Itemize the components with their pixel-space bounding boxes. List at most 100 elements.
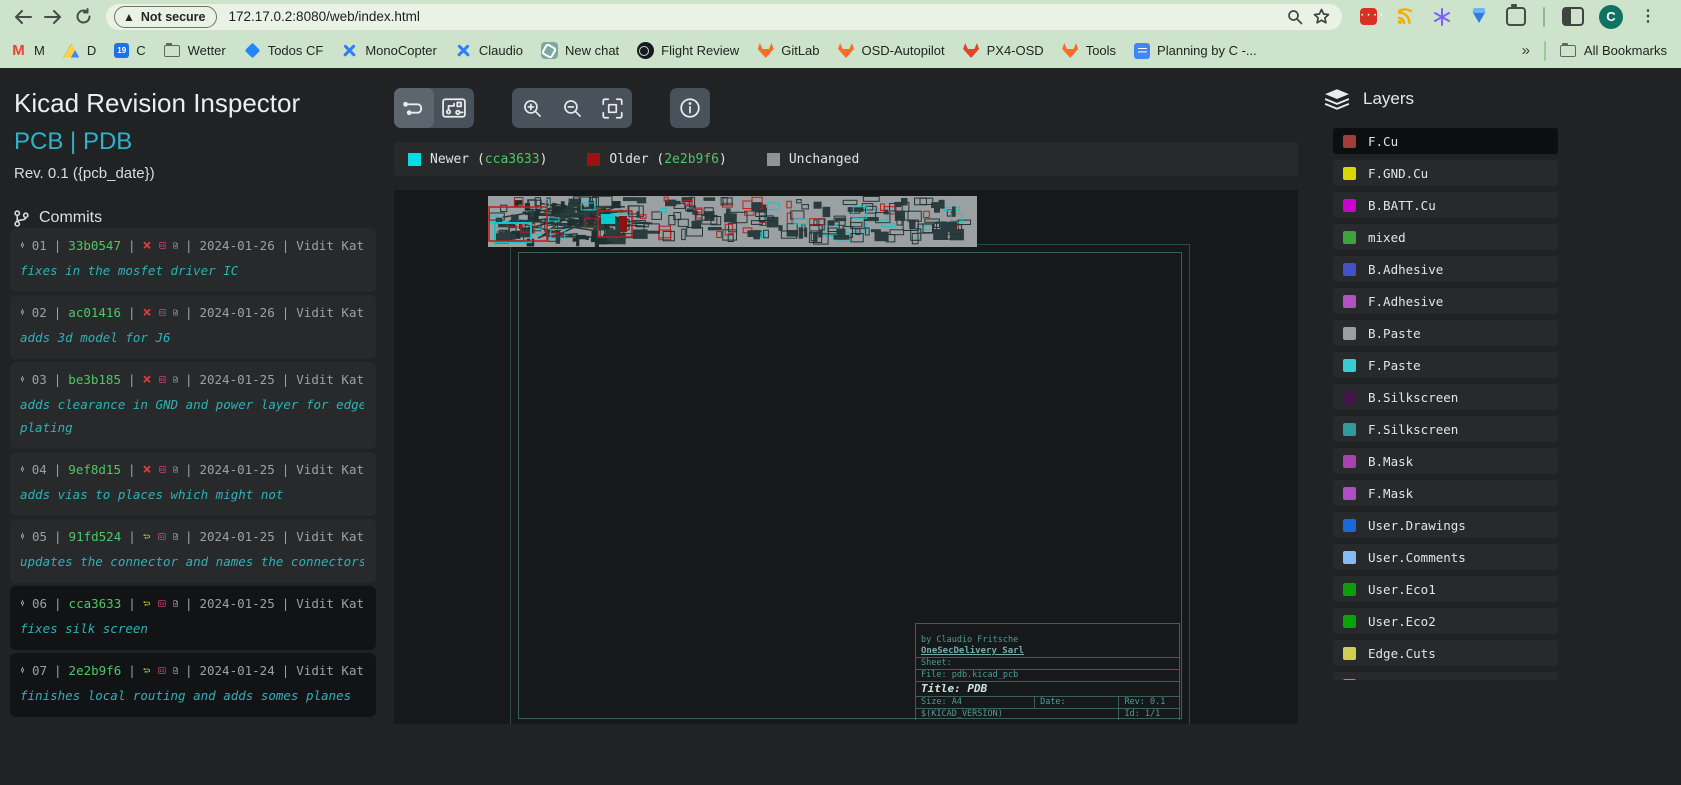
bookmark-item[interactable]: GitLab (757, 42, 819, 59)
drop-extension-icon[interactable] (1469, 7, 1489, 27)
commit-message: updates the connector and names the conn… (20, 550, 364, 573)
pcb-image-icon[interactable] (159, 305, 166, 320)
layer-row[interactable]: B.Silkscreen (1333, 384, 1558, 410)
bookmark-item[interactable]: Wetter (164, 42, 226, 59)
folder-icon (164, 42, 181, 59)
layer-row[interactable]: F.GND.Cu (1333, 160, 1558, 186)
layer-name: F.Silkscreen (1368, 422, 1458, 437)
layer-color-swatch (1343, 615, 1356, 628)
bookmark-item[interactable]: PX4-OSD (963, 42, 1044, 59)
xmark-icon (455, 42, 472, 59)
address-bar[interactable]: ▲ Not secure 172.17.0.2:8080/web/index.h… (106, 4, 1342, 30)
schematic-doc-icon[interactable] (173, 596, 178, 611)
extensions-jar-icon[interactable] (1506, 7, 1526, 27)
bookmark-item[interactable]: New chat (541, 42, 619, 59)
title-block-meta: Size: A4 Date: Rev: 0.1 (916, 696, 1179, 708)
nav-pdb-link[interactable]: PDB (83, 128, 132, 155)
snowflake-extension-icon[interactable] (1432, 7, 1452, 27)
layer-row[interactable]: B.Paste (1333, 320, 1558, 346)
layer-row[interactable]: Edge.Cuts (1333, 640, 1558, 666)
commit-card[interactable]: 06 | cca3633 | × | 2024-01-25 | Vidit Ka… (10, 586, 376, 650)
pcb-image-icon[interactable] (158, 529, 166, 544)
commit-author: Vidit Kat (296, 372, 364, 387)
layer-row[interactable]: User.Eco2 (1333, 608, 1558, 634)
bookmarks-overflow-chevron[interactable]: » (1522, 42, 1530, 59)
zoom-search-icon[interactable] (1282, 6, 1308, 28)
git-commit-icon (20, 595, 25, 611)
pcb-image-icon[interactable] (159, 372, 166, 387)
bookmark-item[interactable]: 19 C (114, 43, 145, 58)
schematic-doc-icon[interactable] (173, 462, 178, 477)
commit-card[interactable]: 07 | 2e2b9f6 | × | 2024-01-24 | Vidit Ka… (10, 653, 376, 717)
bookmark-item[interactable]: Claudio (455, 42, 523, 59)
bookmark-item[interactable]: M (10, 42, 45, 59)
title-block-title: Title: PDB (916, 681, 1179, 696)
layer-row[interactable]: F.Cu (1333, 128, 1558, 154)
bookmark-item[interactable]: Planning by C -... (1134, 43, 1257, 59)
commit-card[interactable]: 04 | 9ef8d15 | × | 2024-01-25 | Vidit Ka… (10, 452, 376, 516)
pcb-image-icon[interactable] (159, 462, 166, 477)
commit-card[interactable]: 05 | 91fd524 | × | 2024-01-25 | Vidit Ka… (10, 519, 376, 583)
bookmark-label: Tools (1086, 43, 1116, 58)
compare-mode-button[interactable] (394, 88, 434, 128)
browser-toolbar: ▲ Not secure 172.17.0.2:8080/web/index.h… (0, 0, 1681, 33)
board-view-button[interactable] (434, 88, 474, 128)
schematic-doc-icon[interactable] (173, 305, 178, 320)
bookmark-item[interactable]: D (63, 42, 96, 59)
pcb-pdb-nav: PCB | PDB (14, 128, 390, 156)
pcb-image-icon[interactable] (159, 238, 166, 253)
menu-dots-icon[interactable]: ⋮ (1640, 9, 1656, 25)
forward-button[interactable] (38, 4, 68, 30)
zoom-fit-button[interactable] (592, 88, 632, 128)
bookmark-item[interactable]: Flight Review (637, 42, 739, 59)
zoom-out-button[interactable] (552, 88, 592, 128)
bookmark-item[interactable]: Tools (1062, 42, 1116, 59)
pcb-image-icon[interactable] (158, 663, 166, 678)
reload-button[interactable] (68, 4, 98, 30)
layer-row[interactable]: F.Mask (1333, 480, 1558, 506)
profile-avatar[interactable]: C (1599, 5, 1623, 29)
layer-row[interactable]: Margin (1333, 672, 1558, 680)
layer-row[interactable]: F.Paste (1333, 352, 1558, 378)
commit-hash: 2e2b9f6 (69, 663, 122, 678)
layer-row[interactable]: F.Adhesive (1333, 288, 1558, 314)
commit-card[interactable]: 01 | 33b0547 | × | 2024-01-26 | Vidit Ka… (10, 228, 376, 292)
diff-icon (143, 530, 151, 543)
layer-row[interactable]: F.Silkscreen (1333, 416, 1558, 442)
commit-card[interactable]: 03 | be3b185 | × | 2024-01-25 | Vidit Ka… (10, 362, 376, 449)
title-block-sheet: Sheet: (916, 657, 1179, 669)
security-chip[interactable]: ▲ Not secure (114, 6, 217, 28)
bookmark-item[interactable]: OSD-Autopilot (838, 42, 945, 59)
commit-header-line: 04 | 9ef8d15 | × | 2024-01-25 | Vidit Ka… (20, 461, 364, 477)
zoom-in-button[interactable] (512, 88, 552, 128)
url-text[interactable]: 172.17.0.2:8080/web/index.html (229, 9, 1283, 24)
bookmark-item[interactable]: Todos CF (244, 42, 324, 59)
layer-row[interactable]: User.Drawings (1333, 512, 1558, 538)
side-panel-icon[interactable] (1562, 7, 1582, 27)
nav-pcb-link[interactable]: PCB (14, 128, 63, 155)
back-button[interactable] (8, 4, 38, 30)
page-title: Kicad Revision Inspector (14, 88, 390, 119)
adblock-extension-icon[interactable]: ···· (1358, 7, 1378, 27)
commit-author: Vidit Kat (296, 529, 364, 544)
info-button[interactable] (670, 88, 710, 128)
layer-row[interactable]: B.Adhesive (1333, 256, 1558, 282)
schematic-doc-icon[interactable] (173, 372, 178, 387)
all-bookmarks-button[interactable]: All Bookmarks (1560, 42, 1667, 59)
layer-row[interactable]: mixed (1333, 224, 1558, 250)
schematic-doc-icon[interactable] (173, 663, 178, 678)
schematic-doc-icon[interactable] (173, 529, 178, 544)
commit-hash: 91fd524 (69, 529, 122, 544)
layer-row[interactable]: B.Mask (1333, 448, 1558, 474)
pcb-image-icon[interactable] (158, 596, 166, 611)
bookmark-item[interactable]: MonoCopter (341, 42, 437, 59)
rss-extension-icon[interactable] (1395, 7, 1415, 27)
pcb-viewer-canvas[interactable]: by Claudio Fritsche OneSecDelivery Sarl … (394, 190, 1298, 724)
commit-card[interactable]: 02 | ac01416 | × | 2024-01-26 | Vidit Ka… (10, 295, 376, 359)
bookmark-star-icon[interactable] (1308, 6, 1334, 28)
schematic-doc-icon[interactable] (173, 238, 178, 253)
layer-row[interactable]: B.BATT.Cu (1333, 192, 1558, 218)
layer-row[interactable]: User.Comments (1333, 544, 1558, 570)
commit-message: finishes local routing and adds somes pl… (20, 684, 364, 707)
layer-row[interactable]: User.Eco1 (1333, 576, 1558, 602)
